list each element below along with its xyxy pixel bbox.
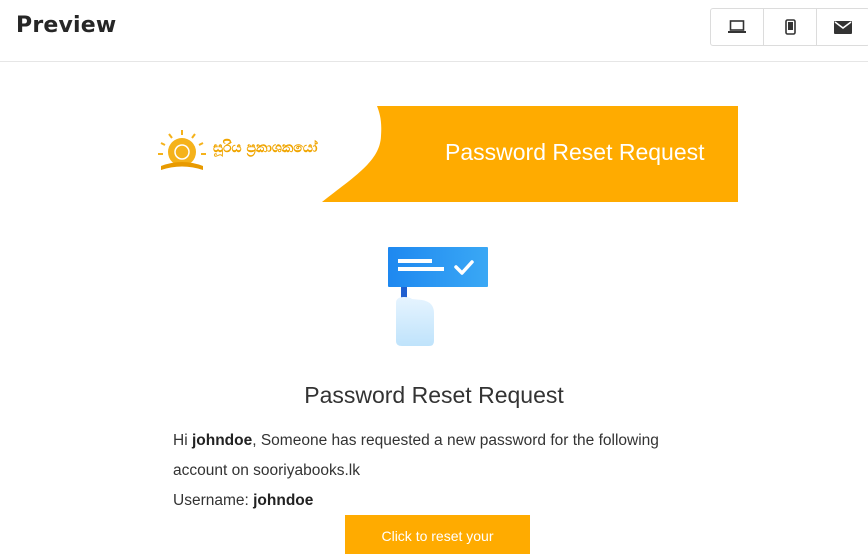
email-view-button[interactable] [817, 9, 868, 45]
mobile-icon [784, 19, 796, 35]
mobile-view-button[interactable] [764, 9, 817, 45]
email-preview-canvas: සූරිය ප්‍රකාශකයෝ Password Reset Request [0, 62, 868, 554]
view-switcher [710, 8, 868, 46]
reset-password-button[interactable]: Click to reset your [345, 515, 530, 554]
hand-tap-icon [388, 247, 488, 346]
page-title: Preview [16, 13, 117, 38]
banner-title: Password Reset Request [445, 139, 705, 165]
mail-icon [834, 20, 852, 34]
logo-text: සූරිය ප්‍රකාශකයෝ [213, 140, 318, 156]
email-body: Hi johndoe, Someone has requested a new … [173, 426, 703, 516]
greeting-paragraph: Hi johndoe, Someone has requested a new … [173, 426, 703, 486]
username-label: Username: [173, 492, 254, 509]
desktop-view-button[interactable] [711, 9, 764, 45]
greeting-prefix: Hi [173, 432, 192, 449]
reset-illustration [386, 245, 490, 349]
username-line: Username: johndoe [173, 486, 703, 516]
email-banner: සූරිය ප්‍රකාශකයෝ Password Reset Request [155, 106, 738, 202]
username-value: johndoe [253, 492, 314, 509]
logo: සූරිය ප්‍රකාශකයෝ [155, 128, 335, 174]
laptop-icon [728, 20, 746, 33]
email-heading: Password Reset Request [304, 382, 564, 408]
greeting-username: johndoe [191, 432, 253, 449]
preview-header: Preview [0, 0, 868, 62]
sun-logo-icon [158, 130, 206, 170]
